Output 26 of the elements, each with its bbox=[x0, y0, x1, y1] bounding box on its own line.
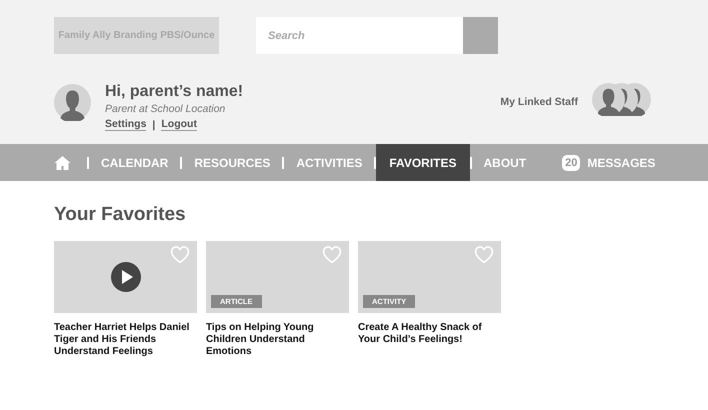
heart-icon[interactable] bbox=[474, 246, 494, 264]
linked-staff-label: My Linked Staff bbox=[500, 96, 578, 108]
greeting: Hi, parent’s name! bbox=[105, 83, 244, 101]
nav-tab[interactable]: FAVORITES bbox=[376, 144, 470, 181]
card-title[interactable]: Teacher Harriet Helps Daniel Tiger and His Friends Understand Feelings bbox=[54, 322, 197, 358]
account-link[interactable]: Logout bbox=[161, 118, 197, 131]
card-title[interactable]: Tips on Helping Young Children Understand Emotions bbox=[206, 322, 349, 358]
play-icon[interactable] bbox=[110, 262, 140, 292]
card-title[interactable]: Create A Healthy Snack of Your Child’s Feelings! bbox=[358, 322, 501, 346]
search-button[interactable] bbox=[463, 17, 498, 54]
link-separator: | bbox=[152, 118, 156, 130]
section-title: Your Favorites bbox=[54, 204, 187, 226]
user-role: Parent at School Location bbox=[105, 103, 226, 115]
search-field[interactable]: Search bbox=[256, 17, 463, 54]
account-link[interactable]: Settings bbox=[105, 118, 146, 131]
nav-tab[interactable]: RESOURCES bbox=[182, 144, 282, 181]
home-icon bbox=[54, 154, 71, 170]
nav-tab[interactable]: ABOUT bbox=[472, 144, 538, 181]
card-thumbnail[interactable] bbox=[54, 241, 197, 313]
nav-tab[interactable]: ACTIVITIES bbox=[284, 144, 374, 181]
messages-link[interactable]: 20 MESSAGES bbox=[562, 144, 656, 181]
heart-icon[interactable] bbox=[322, 246, 342, 264]
message-count: 20 bbox=[562, 154, 580, 170]
avatar-icon bbox=[54, 84, 91, 120]
nav-tab[interactable]: CALENDAR bbox=[89, 144, 180, 181]
heart-icon[interactable] bbox=[170, 246, 190, 264]
